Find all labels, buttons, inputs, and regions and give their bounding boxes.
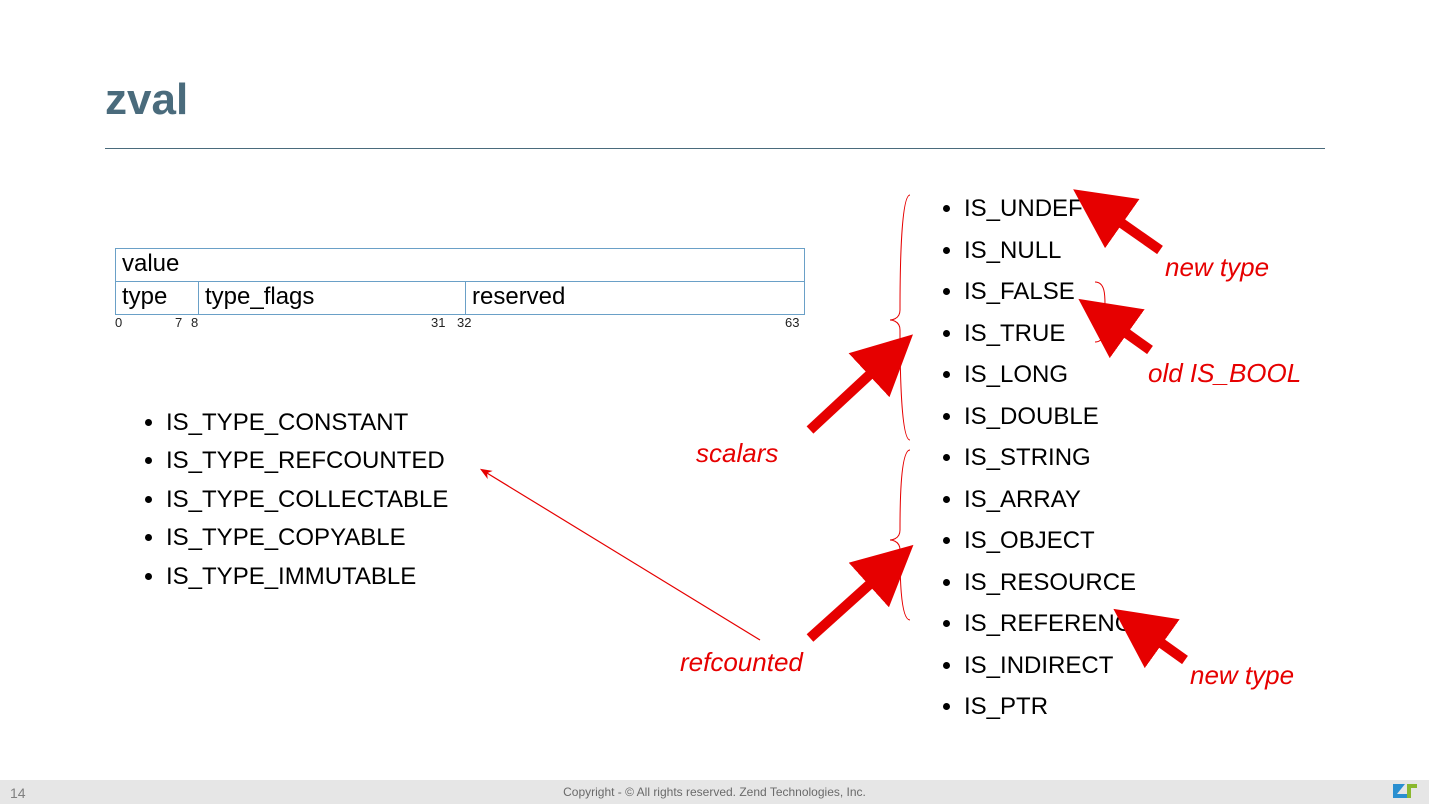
zend-logo-icon bbox=[1391, 782, 1419, 802]
annotation-new-type-top: new type bbox=[1165, 252, 1269, 283]
field-type: type bbox=[116, 282, 199, 315]
list-item: IS_UNDEF bbox=[964, 188, 1148, 230]
list-item: IS_TYPE_IMMUTABLE bbox=[166, 558, 448, 596]
list-item: IS_PTR bbox=[964, 686, 1148, 728]
copyright-text: Copyright - © All rights reserved. Zend … bbox=[563, 785, 866, 799]
bit-31: 31 bbox=[431, 315, 445, 330]
title-divider bbox=[105, 148, 1325, 149]
list-item: IS_LONG bbox=[964, 354, 1148, 396]
list-item: IS_OBJECT bbox=[964, 520, 1148, 562]
bit-63: 63 bbox=[785, 315, 799, 330]
field-value: value bbox=[116, 249, 805, 282]
field-reserved: reserved bbox=[466, 282, 805, 315]
list-item: IS_INDIRECT bbox=[964, 645, 1148, 687]
list-item: IS_RESOURCE bbox=[964, 562, 1148, 604]
page-number: 14 bbox=[10, 785, 26, 801]
list-item: IS_REFERENCE bbox=[964, 603, 1148, 645]
type-flags-list: IS_TYPE_CONSTANT IS_TYPE_REFCOUNTED IS_T… bbox=[130, 404, 448, 596]
zval-struct-table: value type type_flags reserved bbox=[115, 248, 805, 315]
bit-32: 32 bbox=[457, 315, 471, 330]
list-item: IS_ARRAY bbox=[964, 479, 1148, 521]
annotation-scalars: scalars bbox=[696, 438, 778, 469]
types-list: IS_UNDEF IS_NULL IS_FALSE IS_TRUE IS_LON… bbox=[928, 188, 1148, 728]
footer-bar: Copyright - © All rights reserved. Zend … bbox=[0, 780, 1429, 804]
list-item: IS_TRUE bbox=[964, 313, 1148, 355]
list-item: IS_STRING bbox=[964, 437, 1148, 479]
annotation-old-is-bool: old IS_BOOL bbox=[1148, 358, 1301, 389]
bit-7: 7 bbox=[175, 315, 182, 330]
list-item: IS_FALSE bbox=[964, 271, 1148, 313]
list-item: IS_TYPE_REFCOUNTED bbox=[166, 442, 448, 480]
annotation-refcounted: refcounted bbox=[680, 647, 803, 678]
list-item: IS_TYPE_COPYABLE bbox=[166, 519, 448, 557]
bit-8: 8 bbox=[191, 315, 198, 330]
list-item: IS_DOUBLE bbox=[964, 396, 1148, 438]
list-item: IS_NULL bbox=[964, 230, 1148, 272]
page-title: zval bbox=[105, 75, 188, 125]
annotation-new-type-bottom: new type bbox=[1190, 660, 1294, 691]
field-type-flags: type_flags bbox=[199, 282, 466, 315]
list-item: IS_TYPE_COLLECTABLE bbox=[166, 481, 448, 519]
bit-0: 0 bbox=[115, 315, 122, 330]
list-item: IS_TYPE_CONSTANT bbox=[166, 404, 448, 442]
